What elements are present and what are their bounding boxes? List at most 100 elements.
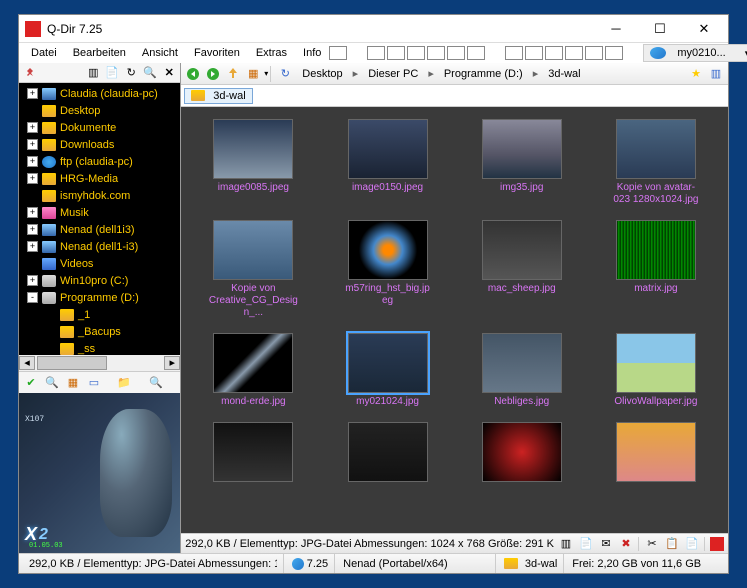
layout-icon[interactable] (367, 46, 385, 60)
tree-node[interactable]: Desktop (19, 102, 180, 119)
maximize-button[interactable]: ☐ (638, 16, 682, 42)
up-button[interactable] (224, 65, 242, 83)
doc-icon[interactable]: 📄 (578, 536, 594, 552)
tree-node[interactable]: _ss (19, 340, 180, 355)
layout-icon[interactable] (585, 46, 603, 60)
thumbnail-item[interactable]: mond-erde.jpg (189, 329, 317, 412)
layout-icon[interactable]: ▥ (707, 65, 725, 83)
forward-button[interactable] (204, 65, 222, 83)
layout-icon[interactable] (545, 46, 563, 60)
close-pane-icon[interactable]: ✕ (161, 65, 177, 81)
scroll-left-icon[interactable]: ◂ (19, 356, 35, 370)
layout-icon[interactable] (407, 46, 425, 60)
layout-icon[interactable] (605, 46, 623, 60)
thumbnail-item[interactable]: Kopie von avatar-023 1280x1024.jpg (592, 115, 720, 210)
mail-icon[interactable]: ✉ (598, 536, 614, 552)
tree-node[interactable]: +Musik (19, 204, 180, 221)
collapse-icon[interactable]: - (27, 292, 38, 303)
favorite-icon[interactable]: ★ (687, 65, 705, 83)
tree-node[interactable]: +Downloads (19, 136, 180, 153)
cut-icon[interactable]: ✂ (644, 536, 660, 552)
tree-node[interactable]: +Nenad (dell1i3) (19, 221, 180, 238)
refresh-icon[interactable]: ↻ (276, 65, 294, 83)
refresh-icon[interactable]: ↻ (123, 65, 139, 81)
folder-tree[interactable]: +Claudia (claudia-pc)Desktop+Dokumente+D… (19, 83, 180, 355)
pin-icon[interactable] (22, 65, 38, 81)
expand-icon[interactable]: + (27, 156, 38, 167)
thumbnail-item[interactable]: my021024.jpg (323, 329, 451, 412)
back-button[interactable] (184, 65, 202, 83)
layout-toggle-icon[interactable]: ▥ (85, 65, 101, 81)
expand-icon[interactable]: + (27, 224, 38, 235)
tree-icon[interactable]: 📄 (104, 65, 120, 81)
thumbnail-item[interactable]: image0085.jpeg (189, 115, 317, 210)
crumb-3dwal[interactable]: 3d-wal (542, 67, 586, 81)
tree-node[interactable]: _Bacups (19, 323, 180, 340)
menu-extras[interactable]: Extras (248, 45, 295, 61)
tree-node[interactable]: +Dokumente (19, 119, 180, 136)
expand-icon[interactable]: + (27, 88, 38, 99)
thumbnail-item[interactable]: m57ring_hst_big.jpeg (323, 216, 451, 323)
layout-icon[interactable]: ▥ (558, 536, 574, 552)
grid-view-icon[interactable]: ▦ (244, 65, 262, 83)
thumbnail-item[interactable] (323, 418, 451, 489)
tree-node[interactable]: +Claudia (claudia-pc) (19, 85, 180, 102)
copy-icon[interactable]: 📋 (664, 536, 680, 552)
tree-hscrollbar[interactable]: ◂ ▸ (19, 355, 180, 371)
thumbnail-item[interactable] (458, 418, 586, 489)
view-icon[interactable]: ▦ (64, 374, 82, 392)
scroll-thumb[interactable] (37, 356, 107, 370)
layout-icon[interactable] (505, 46, 523, 60)
tree-node[interactable]: -Programme (D:) (19, 289, 180, 306)
chevron-right-icon[interactable]: ▸ (351, 67, 361, 80)
search-icon[interactable]: 🔍 (43, 374, 61, 392)
tree-node[interactable]: ismyhdok.com (19, 187, 180, 204)
tree-node[interactable]: +ftp (claudia-pc) (19, 153, 180, 170)
titlebar[interactable]: Q-Dir 7.25 ─ ☐ ✕ (19, 15, 728, 43)
layout-icon[interactable] (525, 46, 543, 60)
thumbnail-item[interactable]: image0150.jpeg (323, 115, 451, 210)
slideshow-icon[interactable]: ▭ (85, 374, 103, 392)
expand-icon[interactable]: + (27, 241, 38, 252)
menu-favoriten[interactable]: Favoriten (186, 45, 248, 61)
expand-icon[interactable]: + (27, 139, 38, 150)
tree-node[interactable]: _1 (19, 306, 180, 323)
layout-icon[interactable] (427, 46, 445, 60)
delete-icon[interactable]: ✖ (618, 536, 634, 552)
app-icon[interactable] (710, 537, 724, 551)
crumb-programme[interactable]: Programme (D:) (438, 67, 529, 81)
layout-icon[interactable] (467, 46, 485, 60)
chevron-right-icon[interactable]: ▸ (531, 67, 541, 80)
thumbnail-item[interactable] (189, 418, 317, 489)
search-icon[interactable]: 🔍 (142, 65, 158, 81)
thumbnail-item[interactable]: OlivoWallpaper.jpg (592, 329, 720, 412)
thumbnail-item[interactable]: Nebliges.jpg (458, 329, 586, 412)
layout-icon[interactable] (447, 46, 465, 60)
folder-icon[interactable]: 📁 (115, 374, 133, 392)
scroll-right-icon[interactable]: ▸ (164, 356, 180, 370)
thumbnail-grid[interactable]: image0085.jpegimage0150.jpegimg35.jpgKop… (181, 107, 728, 533)
menu-bearbeiten[interactable]: Bearbeiten (65, 45, 134, 61)
expand-icon[interactable]: + (27, 207, 38, 218)
thumbnail-item[interactable]: matrix.jpg (592, 216, 720, 323)
folder-tab[interactable]: 3d-wal (184, 88, 252, 104)
thumbnail-item[interactable]: mac_sheep.jpg (458, 216, 586, 323)
expand-icon[interactable]: + (27, 173, 38, 184)
chevron-down-icon[interactable]: ▾ (264, 69, 268, 78)
close-button[interactable]: ✕ (682, 16, 726, 42)
tree-node[interactable]: +Nenad (dell1-i3) (19, 238, 180, 255)
tree-node[interactable]: +HRG-Media (19, 170, 180, 187)
zoom-icon[interactable]: 🔍 (147, 374, 165, 392)
layout-icon[interactable] (329, 46, 347, 60)
chevron-right-icon[interactable]: ▸ (426, 67, 436, 80)
expand-icon[interactable]: + (27, 275, 38, 286)
thumbnail-item[interactable]: img35.jpg (458, 115, 586, 210)
minimize-button[interactable]: ─ (594, 16, 638, 42)
layout-icon[interactable] (565, 46, 583, 60)
expand-icon[interactable]: + (27, 122, 38, 133)
thumbnail-item[interactable] (592, 418, 720, 489)
paste-icon[interactable]: 📄 (684, 536, 700, 552)
tree-node[interactable]: Videos (19, 255, 180, 272)
menu-ansicht[interactable]: Ansicht (134, 45, 186, 61)
thumbnail-item[interactable]: Kopie von Creative_CG_Design_... (189, 216, 317, 323)
